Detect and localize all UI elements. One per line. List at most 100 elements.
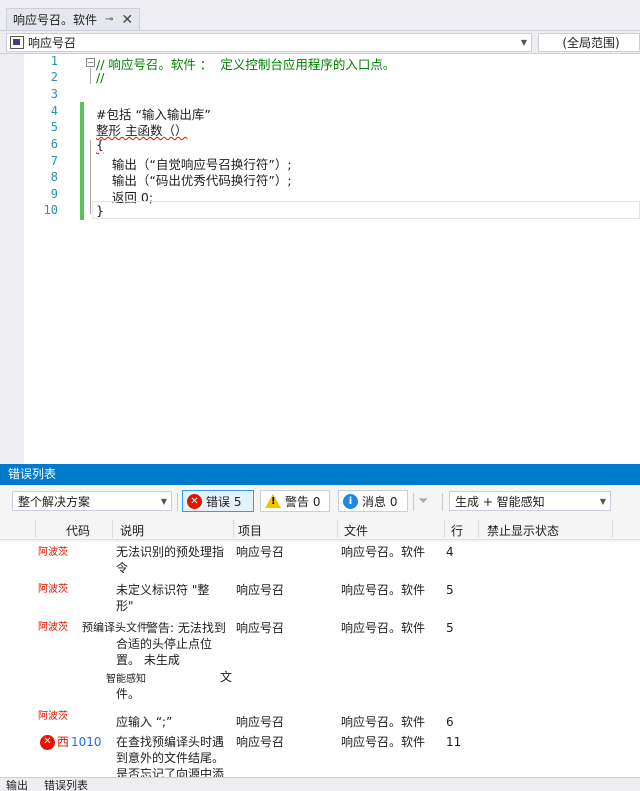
error-description: 警告: 无法找到 [146, 621, 226, 635]
error-description: 形" [116, 599, 134, 613]
line-number: 6 [50, 137, 58, 151]
warnings-filter-label: 警告 0 [285, 494, 321, 509]
collapse-outline-icon[interactable]: − [86, 58, 95, 67]
error-code-cell: ✕ 西 1010 [40, 734, 102, 750]
close-icon[interactable]: ✕ [121, 12, 133, 28]
pin-icon[interactable]: ⊸ [105, 14, 113, 25]
column-separator[interactable] [337, 520, 338, 538]
error-description: 件。 [116, 687, 141, 701]
error-line: 6 [446, 715, 454, 729]
error-project: 响应号召 [236, 621, 285, 635]
error-line: 5 [446, 621, 454, 635]
error-description: 未定义标识符 "整 [116, 583, 210, 597]
error-icon: ✕ [40, 734, 55, 750]
error-grid-header: 代码 说明 项目 文件 行 禁止显示状态 [0, 518, 640, 540]
line-number: 8 [50, 170, 58, 184]
column-header-file[interactable]: 文件 [344, 522, 368, 539]
column-header-code[interactable]: 代码 [66, 522, 90, 539]
line-number: 7 [50, 154, 58, 168]
project-dropdown[interactable]: 响应号召 ▼ [6, 33, 532, 52]
error-line: 5 [446, 583, 454, 597]
line-number: 9 [50, 187, 58, 201]
outline-guide [90, 140, 91, 214]
error-file: 响应号召。软件 [341, 735, 426, 749]
column-separator[interactable] [612, 520, 613, 538]
error-file: 响应号召。软件 [341, 621, 426, 635]
build-select-value: 生成 + 智能感知 [455, 494, 545, 509]
chevron-down-icon[interactable]: ▼ [517, 38, 531, 47]
errors-filter-label: 错误 5 [206, 494, 242, 509]
error-description: 置。 未生成 [116, 653, 180, 667]
toolbar-separator [442, 493, 443, 511]
tab-error-list[interactable]: 错误列表 [44, 779, 88, 791]
code-line[interactable]: // 响应号召。软件 ： 定义控制台应用程序的入口点。 [96, 54, 395, 73]
project-dropdown-label: 响应号召 [28, 36, 77, 50]
code-line[interactable]: { [96, 137, 104, 152]
error-code-tag: 西 [57, 735, 70, 749]
code-editor[interactable]: 1 2 3 4 5 6 7 8 9 10 − // 响应号召。软件 ： 定义控制… [0, 54, 640, 464]
error-grid: 代码 说明 项目 文件 行 禁止显示状态 阿波茨 无法识别的预处理指 令 响应号… [0, 518, 640, 777]
errors-filter-button[interactable]: ✕ 错误 5 [182, 490, 254, 512]
warnings-filter-button[interactable]: ! 警告 0 [260, 490, 330, 512]
line-number: 5 [50, 120, 58, 134]
info-icon: i [343, 493, 358, 509]
error-code-tag: 阿波茨 [38, 711, 68, 722]
error-description: 在查找预编译头时遇 [116, 735, 225, 749]
line-number: 10 [43, 203, 58, 217]
column-header-line[interactable]: 行 [451, 522, 463, 539]
error-file: 响应号召。软件 [341, 583, 426, 597]
column-header-project[interactable]: 项目 [238, 522, 262, 539]
chevron-down-icon[interactable]: ▼ [596, 497, 610, 506]
outline-guide [90, 68, 91, 84]
toolbar-separator [177, 493, 178, 511]
tab-output[interactable]: 输出 [6, 779, 28, 791]
build-intellisense-select[interactable]: 生成 + 智能感知 ▼ [449, 491, 611, 511]
chevron-down-icon[interactable]: ▼ [157, 497, 171, 506]
error-icon: ✕ [187, 493, 202, 509]
document-tab-title[interactable]: 响应号召。软件 [13, 11, 97, 28]
error-file: 响应号召。软件 [341, 545, 426, 559]
error-description: 文 [220, 670, 233, 684]
scope-dropdown[interactable]: (全局范围) [538, 33, 640, 52]
document-tab[interactable]: 响应号召。软件 ⊸ ✕ [6, 8, 141, 30]
error-line: 4 [446, 545, 454, 559]
bottom-tool-tabs: 输出 错误列表 [0, 777, 640, 791]
error-project: 响应号召 [236, 715, 285, 729]
scope-select-value: 整个解决方案 [18, 494, 91, 509]
line-number: 1 [50, 54, 58, 68]
document-tab-strip: 响应号召。软件 ⊸ ✕ [0, 0, 640, 30]
column-separator[interactable] [478, 520, 479, 538]
warning-icon: ! [265, 494, 281, 508]
error-description: 无法识别的预处理指 [116, 545, 225, 559]
error-description: 应输入 “;” [116, 715, 173, 729]
messages-filter-button[interactable]: i 消息 0 [338, 490, 408, 512]
line-number: 3 [50, 87, 58, 101]
error-list-title[interactable]: 错误列表 [0, 464, 640, 485]
filter-icon[interactable]: ⏷ [418, 494, 428, 509]
error-project: 响应号召 [236, 545, 285, 559]
line-number: 4 [50, 104, 58, 118]
column-separator[interactable] [112, 520, 113, 538]
editor-left-margin [0, 54, 24, 464]
code-line[interactable]: // [96, 70, 104, 85]
navigation-bar: 响应号召 ▼ (全局范围) [0, 30, 640, 54]
scope-dropdown-label: (全局范围) [562, 36, 620, 50]
error-description: 到意外的文件结尾。 [116, 751, 225, 765]
error-rows: 阿波茨 无法识别的预处理指 令 响应号召 响应号召。软件 4 阿波茨 未定义标识… [0, 542, 640, 777]
error-code-link[interactable]: 1010 [71, 734, 102, 750]
column-separator[interactable] [444, 520, 445, 538]
project-icon [10, 36, 24, 49]
column-separator[interactable] [35, 520, 36, 538]
toolbar-separator [413, 493, 414, 511]
column-header-suppression-state[interactable]: 禁止显示状态 [487, 522, 559, 539]
error-description: 合适的头停止点位 [116, 637, 213, 651]
error-project: 响应号召 [236, 583, 285, 597]
column-header-description[interactable]: 说明 [120, 522, 144, 539]
change-indicator-bar [80, 102, 84, 220]
column-separator[interactable] [233, 520, 234, 538]
code-line[interactable]: 整形 主函数（） [96, 120, 187, 139]
scope-select[interactable]: 整个解决方案 ▼ [12, 491, 172, 511]
error-project: 响应号召 [236, 735, 285, 749]
error-description: 是否忘记了向源中添 [116, 767, 225, 777]
error-list-panel: 错误列表 整个解决方案 ▼ ✕ 错误 5 ! 警告 0 i 消息 0 ⏷ 生成 … [0, 464, 640, 777]
